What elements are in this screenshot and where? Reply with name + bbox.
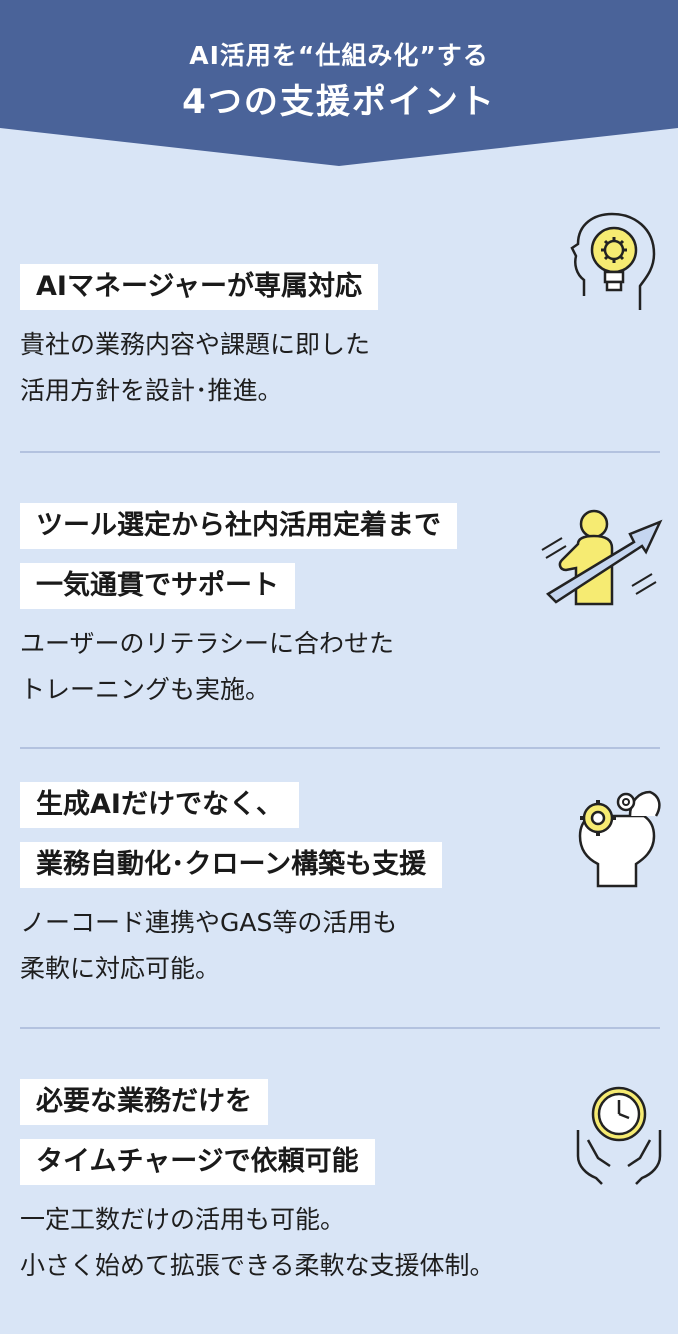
point-2-description: ユーザーのリテラシーに合わせた トレーニングも実施。 (20, 621, 660, 713)
point-4-label-1: 必要な業務だけを (20, 1079, 268, 1125)
header-title: 4つの支援ポイント (182, 82, 496, 122)
point-4-label-2: タイムチャージで依頼可能 (20, 1139, 375, 1185)
point-2-label-2: 一気通貫でサポート (20, 563, 295, 609)
header-subtitle: AI活用を“仕組み化”する (189, 41, 489, 70)
divider-3 (20, 1027, 660, 1029)
divider-1 (20, 451, 660, 453)
point-1-label-1: AIマネージャーが専属対応 (20, 264, 379, 310)
person-arrow-growth-icon (541, 509, 663, 606)
lightbulb-head-icon (570, 212, 656, 310)
point-2-label-1: ツール選定から社内活用定着まで (20, 503, 457, 549)
divider-2 (20, 747, 660, 749)
point-4-desc-line-2: 小さく始めて拡張できる柔軟な支援体制。 (20, 1251, 495, 1280)
point-4-desc-line-1: 一定工数だけの活用も可能。 (20, 1205, 346, 1234)
point-4-description: 一定工数だけの活用も可能。 小さく始めて拡張できる柔軟な支援体制。 (20, 1197, 660, 1289)
point-2-desc-line-2: トレーニングも実施。 (20, 675, 271, 704)
point-1-desc-line-2: 活用方針を設計･推進。 (20, 376, 283, 405)
gears-head-icon (578, 790, 661, 888)
point-1-desc-line-1: 貴社の業務内容や課題に即した (20, 330, 371, 359)
point-1-labels: AIマネージャーが専属対応 (20, 264, 660, 310)
point-4: 必要な業務だけを タイムチャージで依頼可能 一定工数だけの活用も可能。 小さく始… (20, 1079, 660, 1289)
point-3-label-1: 生成AIだけでなく、 (20, 782, 299, 828)
point-3-desc-line-1: ノーコード連携やGAS等の活用も (20, 908, 398, 937)
point-3-description: ノーコード連携やGAS等の活用も 柔軟に対応可能。 (20, 900, 660, 992)
point-1: AIマネージャーが専属対応 貴社の業務内容や課題に即した 活用方針を設計･推進。 (20, 264, 660, 414)
point-4-labels: 必要な業務だけを タイムチャージで依頼可能 (20, 1079, 660, 1185)
point-1-description: 貴社の業務内容や課題に即した 活用方針を設計･推進。 (20, 322, 660, 414)
point-3: 生成AIだけでなく、 業務自動化･クローン構築も支援 ノーコード連携やGAS等の… (20, 782, 660, 992)
point-3-label-2: 業務自動化･クローン構築も支援 (20, 842, 443, 888)
point-3-desc-line-2: 柔軟に対応可能。 (20, 954, 221, 983)
clock-hands-icon (576, 1086, 662, 1185)
point-3-labels: 生成AIだけでなく、 業務自動化･クローン構築も支援 (20, 782, 660, 888)
point-2-desc-line-1: ユーザーのリテラシーに合わせた (20, 629, 395, 658)
header-banner: AI活用を“仕組み化”する 4つの支援ポイント (0, 0, 678, 168)
